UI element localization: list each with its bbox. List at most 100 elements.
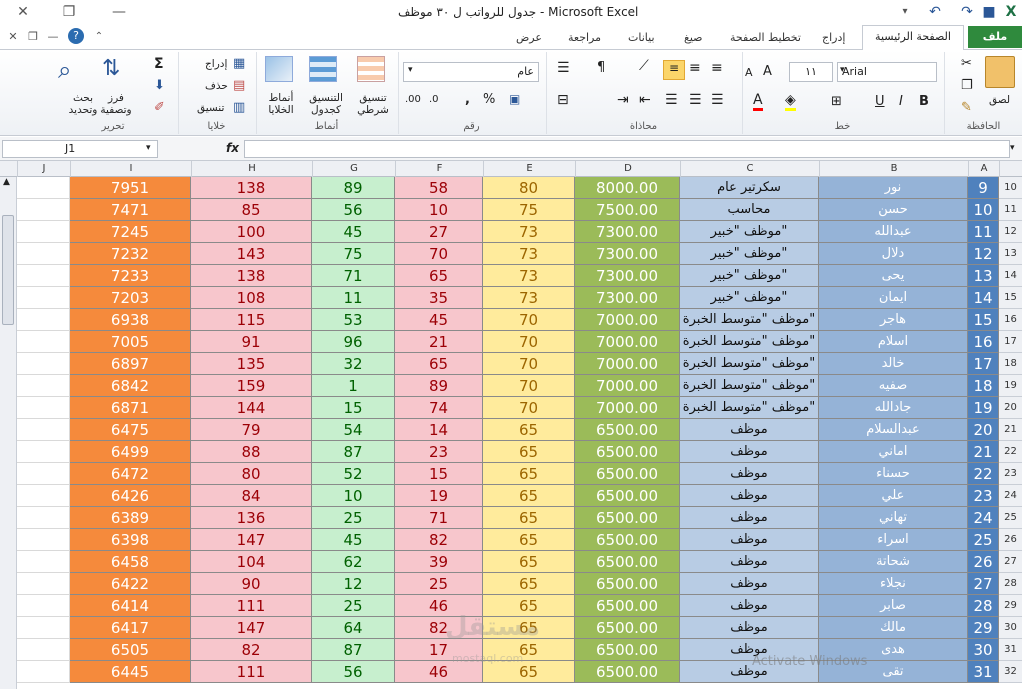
cell-D[interactable]: 6500.00 bbox=[575, 441, 680, 463]
cell-B[interactable]: يحى bbox=[819, 265, 968, 287]
cell-H[interactable]: 111 bbox=[191, 661, 312, 683]
cell-I[interactable]: 7232 bbox=[70, 243, 191, 265]
row-header[interactable]: 14 bbox=[999, 265, 1022, 287]
cell-C[interactable]: موظف bbox=[680, 529, 819, 551]
conditional-formatting-icon[interactable] bbox=[357, 56, 385, 82]
cell-E[interactable]: 73 bbox=[483, 287, 575, 309]
cell-C[interactable]: موظف bbox=[680, 573, 819, 595]
cell-G[interactable]: 56 bbox=[312, 199, 395, 221]
cell-F[interactable]: 21 bbox=[395, 331, 483, 353]
fill-color-icon[interactable]: ◈ bbox=[785, 92, 796, 111]
fx-icon[interactable]: fx bbox=[226, 141, 239, 155]
cell-F[interactable]: 10 bbox=[395, 199, 483, 221]
cell-G[interactable]: 87 bbox=[312, 441, 395, 463]
cell-H[interactable]: 147 bbox=[191, 617, 312, 639]
cell-B[interactable]: ايمان bbox=[819, 287, 968, 309]
cell-J[interactable] bbox=[17, 617, 70, 639]
cell-J[interactable] bbox=[17, 177, 70, 199]
conditional-formatting-button[interactable]: تنسيق شرطي bbox=[353, 92, 393, 116]
cell-E[interactable]: 80 bbox=[483, 177, 575, 199]
select-all-corner[interactable] bbox=[0, 161, 17, 177]
cell-A[interactable]: 30 bbox=[968, 639, 999, 661]
cell-A[interactable]: 17 bbox=[968, 353, 999, 375]
align-bottom-icon[interactable]: ≡ bbox=[711, 60, 723, 76]
cell-C[interactable]: موظف bbox=[680, 595, 819, 617]
formula-input[interactable] bbox=[244, 140, 1010, 158]
delete-cells-button[interactable]: حذف bbox=[205, 80, 228, 92]
align-top-icon[interactable]: ≡ bbox=[663, 60, 685, 80]
cell-G[interactable]: 75 bbox=[312, 243, 395, 265]
cell-C[interactable]: محاسب bbox=[680, 199, 819, 221]
cell-H[interactable]: 147 bbox=[191, 529, 312, 551]
tab-page-layout[interactable]: تخطيط الصفحة bbox=[730, 31, 801, 44]
cell-H[interactable]: 84 bbox=[191, 485, 312, 507]
cell-E[interactable]: 70 bbox=[483, 375, 575, 397]
percent-style-button[interactable]: % bbox=[483, 92, 495, 107]
cell-A[interactable]: 13 bbox=[968, 265, 999, 287]
cell-E[interactable]: 65 bbox=[483, 529, 575, 551]
cell-B[interactable]: صفيه bbox=[819, 375, 968, 397]
cell-D[interactable]: 8000.00 bbox=[575, 177, 680, 199]
cell-I[interactable]: 6445 bbox=[70, 661, 191, 683]
row-header[interactable]: 26 bbox=[999, 529, 1022, 551]
font-size-select[interactable]: ١١ bbox=[789, 62, 833, 82]
cell-H[interactable]: 79 bbox=[191, 419, 312, 441]
row-header[interactable]: 19 bbox=[999, 375, 1022, 397]
cell-G[interactable]: 45 bbox=[312, 529, 395, 551]
cell-I[interactable]: 7951 bbox=[70, 177, 191, 199]
cell-D[interactable]: 6500.00 bbox=[575, 463, 680, 485]
cell-B[interactable]: صابر bbox=[819, 595, 968, 617]
cell-G[interactable]: 25 bbox=[312, 507, 395, 529]
cell-D[interactable]: 7300.00 bbox=[575, 221, 680, 243]
cell-A[interactable]: 26 bbox=[968, 551, 999, 573]
cell-C[interactable]: موظف bbox=[680, 463, 819, 485]
cell-C[interactable]: موظف bbox=[680, 419, 819, 441]
row-header[interactable]: 31 bbox=[999, 639, 1022, 661]
cell-D[interactable]: 6500.00 bbox=[575, 617, 680, 639]
format-cells-icon[interactable]: ▥ bbox=[233, 100, 245, 115]
cell-E[interactable]: 65 bbox=[483, 485, 575, 507]
cell-I[interactable]: 6426 bbox=[70, 485, 191, 507]
format-painter-icon[interactable]: ✎ bbox=[961, 100, 972, 115]
cell-D[interactable]: 6500.00 bbox=[575, 551, 680, 573]
cell-A[interactable]: 15 bbox=[968, 309, 999, 331]
cell-I[interactable]: 6499 bbox=[70, 441, 191, 463]
cell-C[interactable]: موظف bbox=[680, 617, 819, 639]
cell-A[interactable]: 28 bbox=[968, 595, 999, 617]
row-header[interactable]: 30 bbox=[999, 617, 1022, 639]
cell-A[interactable]: 24 bbox=[968, 507, 999, 529]
row-header[interactable]: 18 bbox=[999, 353, 1022, 375]
cell-A[interactable]: 16 bbox=[968, 331, 999, 353]
row-header[interactable]: 12 bbox=[999, 221, 1022, 243]
cell-D[interactable]: 6500.00 bbox=[575, 661, 680, 683]
column-header-F[interactable]: F bbox=[395, 161, 483, 177]
row-header[interactable]: 22 bbox=[999, 441, 1022, 463]
cell-D[interactable]: 6500.00 bbox=[575, 419, 680, 441]
row-header[interactable]: 21 bbox=[999, 419, 1022, 441]
cell-C[interactable]: موظف bbox=[680, 507, 819, 529]
tab-home[interactable]: الصفحة الرئيسية bbox=[862, 25, 964, 51]
cell-F[interactable]: 82 bbox=[395, 529, 483, 551]
cell-D[interactable]: 6500.00 bbox=[575, 485, 680, 507]
redo-icon[interactable]: ↷ bbox=[958, 3, 976, 21]
vertical-scrollbar[interactable]: ▲ bbox=[0, 177, 17, 689]
cell-G[interactable]: 89 bbox=[312, 177, 395, 199]
decrease-decimal-icon[interactable]: .0 bbox=[429, 94, 439, 105]
cell-H[interactable]: 115 bbox=[191, 309, 312, 331]
cell-F[interactable]: 70 bbox=[395, 243, 483, 265]
name-box-chevron-icon[interactable]: ▾ bbox=[146, 143, 151, 153]
help-icon[interactable]: ? bbox=[68, 28, 84, 44]
cell-J[interactable] bbox=[17, 463, 70, 485]
column-header-J[interactable]: J bbox=[17, 161, 70, 177]
cell-D[interactable]: 6500.00 bbox=[575, 573, 680, 595]
cell-E[interactable]: 65 bbox=[483, 419, 575, 441]
cell-J[interactable] bbox=[17, 221, 70, 243]
cell-F[interactable]: 89 bbox=[395, 375, 483, 397]
cell-B[interactable]: جادالله bbox=[819, 397, 968, 419]
cell-A[interactable]: 25 bbox=[968, 529, 999, 551]
save-icon[interactable]: ■ bbox=[980, 3, 998, 21]
cell-J[interactable] bbox=[17, 661, 70, 683]
cell-G[interactable]: 56 bbox=[312, 661, 395, 683]
paste-button[interactable]: لصق bbox=[989, 94, 1010, 106]
cell-G[interactable]: 64 bbox=[312, 617, 395, 639]
